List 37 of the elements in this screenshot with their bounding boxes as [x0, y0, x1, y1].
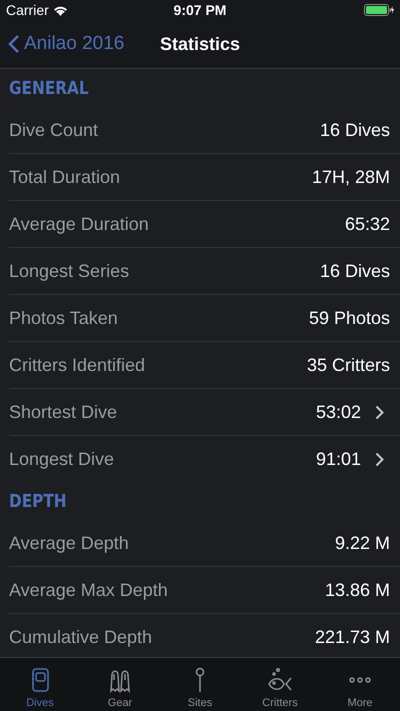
time-label: 9:07 PM [174, 2, 226, 18]
back-button[interactable]: Anilao 2016 [0, 33, 132, 55]
stat-value: 16 Dives [320, 260, 390, 282]
stat-value: 53:02 [316, 402, 361, 422]
screen-title: Statistics [160, 34, 240, 54]
tab-item[interactable]: Gear [80, 658, 160, 711]
stat-value: 65:32 [344, 214, 390, 234]
wifi-icon [52, 4, 68, 16]
tab-item[interactable]: More [320, 658, 400, 711]
stat-label: Shortest Dive [9, 402, 118, 422]
stat-label: Average Max Depth [9, 580, 169, 600]
stat-value: 221.73 M [314, 626, 390, 648]
stat-value: 16 Dives [320, 120, 390, 140]
stat-label: Average Depth [9, 532, 130, 554]
stat-value: 13.86 M [324, 580, 390, 600]
tab-item[interactable]: Sites [160, 658, 240, 711]
stat-label: Dive Count [9, 120, 100, 140]
more-icon [349, 677, 371, 683]
stat-label: Total Duration [9, 166, 122, 188]
back-chevron-icon [8, 34, 20, 54]
stat-value: 17H, 28M [312, 166, 390, 188]
stat-value: 91:01 [316, 448, 361, 470]
carrier-label: Carrier [6, 2, 49, 18]
tab-item[interactable]: Critters [240, 658, 320, 711]
stat-label: Longest Dive [9, 448, 116, 470]
stat-label: Critters Identified [9, 354, 146, 376]
stat-value: 35 Critters [306, 354, 390, 376]
tab-item[interactable]: Dives [0, 658, 80, 711]
stat-label: Average Duration [9, 214, 150, 234]
battery-icon [364, 4, 394, 16]
section-header: GENERAL [9, 78, 89, 98]
stat-value: 9.22 M [334, 532, 390, 554]
stat-label: Longest Series [9, 260, 130, 282]
stat-label: Cumulative Depth [9, 626, 154, 648]
stat-label: Photos Taken [9, 308, 119, 328]
stat-value: 59 Photos [308, 308, 390, 328]
section-header: DEPTH [9, 490, 67, 512]
